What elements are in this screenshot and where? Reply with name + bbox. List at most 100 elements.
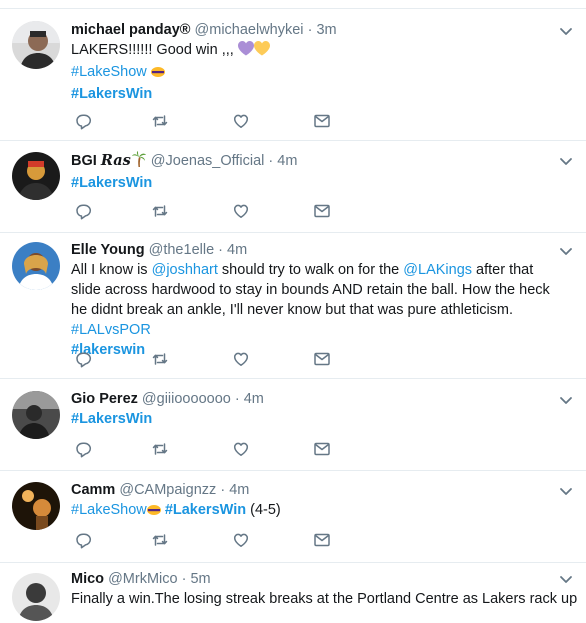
hashtag-link[interactable]: #LALvsPOR xyxy=(71,322,151,338)
reply-icon[interactable] xyxy=(74,112,94,132)
like-icon[interactable] xyxy=(232,202,252,222)
hashtag-link[interactable]: #LakersWin xyxy=(71,86,152,102)
action-bar xyxy=(71,440,351,460)
action-bar xyxy=(71,531,351,551)
retweet-icon[interactable] xyxy=(151,440,171,460)
separator: · xyxy=(234,391,240,407)
avatar[interactable] xyxy=(12,242,60,290)
tweet-text-part: should try to walk on for the xyxy=(217,262,404,278)
handle[interactable]: @MrkMico xyxy=(108,571,178,587)
chevron-down-icon[interactable] xyxy=(558,483,574,499)
tweet-header: michael panday® @michaelwhykei · 3m xyxy=(71,21,556,40)
tweet-card[interactable]: BGI Ras @Joenas_Official · 4m #LakersWin xyxy=(0,141,586,233)
avatar[interactable] xyxy=(12,482,60,530)
chevron-down-icon[interactable] xyxy=(558,392,574,408)
display-name[interactable]: Camm xyxy=(71,482,115,498)
top-divider xyxy=(0,0,586,9)
tweet-text: All I know is @joshhart should try to wa… xyxy=(71,260,556,360)
tweet-card[interactable]: Elle Young @the1elle · 4m All I know is … xyxy=(0,233,586,379)
handle[interactable]: @michaelwhykei xyxy=(195,22,304,38)
registered-mark: ® xyxy=(179,22,191,38)
message-icon[interactable] xyxy=(313,112,333,132)
separator: · xyxy=(218,242,224,258)
like-icon[interactable] xyxy=(232,531,252,551)
message-icon[interactable] xyxy=(313,350,333,370)
handle[interactable]: @giiiooooooo xyxy=(142,391,231,407)
chevron-down-icon[interactable] xyxy=(558,571,574,587)
purple-heart-icon xyxy=(237,41,254,62)
retweet-icon[interactable] xyxy=(151,112,171,132)
chevron-down-icon[interactable] xyxy=(558,23,574,39)
tweet-card[interactable]: Camm @CAMpaignzz · 4m #LakeShow #LakersW… xyxy=(0,471,586,563)
timestamp[interactable]: 4m xyxy=(244,391,264,407)
tweet-text: LAKERS!!!!!! Good win ,,, #LakeShow #Lak… xyxy=(71,40,556,104)
action-bar xyxy=(71,202,351,222)
like-icon[interactable] xyxy=(232,112,252,132)
hashtag-link[interactable]: #LakersWin xyxy=(71,411,152,427)
display-name[interactable]: Gio Perez xyxy=(71,391,138,407)
tweet-text-part: LAKERS!!!!!! Good win ,,, xyxy=(71,42,234,58)
display-name-suffix: Ras xyxy=(100,152,131,169)
retweet-icon[interactable] xyxy=(151,202,171,222)
reply-icon[interactable] xyxy=(74,440,94,460)
timestamp[interactable]: 4m xyxy=(277,153,297,169)
tweet-header: Elle Young @the1elle · 4m xyxy=(71,241,556,260)
lakers-logo-icon xyxy=(146,502,161,522)
display-name[interactable]: Elle Young xyxy=(71,242,145,258)
reply-icon[interactable] xyxy=(74,531,94,551)
retweet-icon[interactable] xyxy=(151,350,171,370)
display-name[interactable]: Mico xyxy=(71,571,104,587)
timestamp[interactable]: 5m xyxy=(190,571,210,587)
separator: · xyxy=(220,482,226,498)
mention-link[interactable]: @joshhart xyxy=(152,262,218,278)
handle[interactable]: @the1elle xyxy=(149,242,215,258)
tweet-card[interactable]: Mico @MrkMico · 5m Finally a win.The los… xyxy=(0,563,586,623)
display-name[interactable]: BGI xyxy=(71,153,97,169)
display-name[interactable]: michael panday xyxy=(71,22,180,38)
handle[interactable]: @Joenas_Official xyxy=(151,153,265,169)
reply-icon[interactable] xyxy=(74,350,94,370)
chevron-down-icon[interactable] xyxy=(558,153,574,169)
avatar[interactable] xyxy=(12,152,60,200)
separator: · xyxy=(268,153,274,169)
yellow-heart-icon xyxy=(253,41,270,62)
like-icon[interactable] xyxy=(232,440,252,460)
tweet-header: Mico @MrkMico · 5m xyxy=(71,570,556,589)
like-icon[interactable] xyxy=(232,350,252,370)
tweet-text: #LakersWin xyxy=(71,409,556,429)
chevron-down-icon[interactable] xyxy=(558,243,574,259)
tweet-text-part: All I know is xyxy=(71,262,152,278)
timestamp[interactable]: 4m xyxy=(227,242,247,258)
separator: · xyxy=(307,22,313,38)
tweet-header: Camm @CAMpaignzz · 4m xyxy=(71,481,556,500)
avatar[interactable] xyxy=(12,21,60,69)
tweet-header: Gio Perez @giiiooooooo · 4m xyxy=(71,390,556,409)
tweet-text: #LakersWin xyxy=(71,173,556,193)
tweet-card[interactable]: Gio Perez @giiiooooooo · 4m #LakersWin xyxy=(0,379,586,471)
tweet-text: #LakeShow #LakersWin (4-5) xyxy=(71,500,556,522)
tweet-text-part: Finally a win.The losing streak breaks a… xyxy=(71,591,578,607)
hashtag-link[interactable]: #LakersWin xyxy=(71,175,152,191)
tweet-card[interactable]: michael panday® @michaelwhykei · 3m LAKE… xyxy=(0,9,586,141)
hashtag-link[interactable]: #LakeShow xyxy=(71,502,147,518)
avatar[interactable] xyxy=(12,391,60,439)
avatar[interactable] xyxy=(12,573,60,621)
reply-icon[interactable] xyxy=(74,202,94,222)
palm-tree-icon xyxy=(131,151,147,173)
tweet-text: Finally a win.The losing streak breaks a… xyxy=(71,589,577,609)
action-bar xyxy=(71,112,351,132)
lakers-logo-icon xyxy=(150,64,165,84)
mention-link[interactable]: @LAKings xyxy=(403,262,472,278)
message-icon[interactable] xyxy=(313,440,333,460)
hashtag-link[interactable]: #LakeShow xyxy=(71,64,147,80)
retweet-icon[interactable] xyxy=(151,531,171,551)
handle[interactable]: @CAMpaignzz xyxy=(119,482,216,498)
message-icon[interactable] xyxy=(313,531,333,551)
separator: · xyxy=(181,571,187,587)
action-bar xyxy=(71,350,351,370)
timestamp[interactable]: 4m xyxy=(229,482,249,498)
hashtag-link[interactable]: #LakersWin xyxy=(165,502,246,518)
timestamp[interactable]: 3m xyxy=(316,22,336,38)
message-icon[interactable] xyxy=(313,202,333,222)
tweet-text-part: (4-5) xyxy=(250,502,281,518)
